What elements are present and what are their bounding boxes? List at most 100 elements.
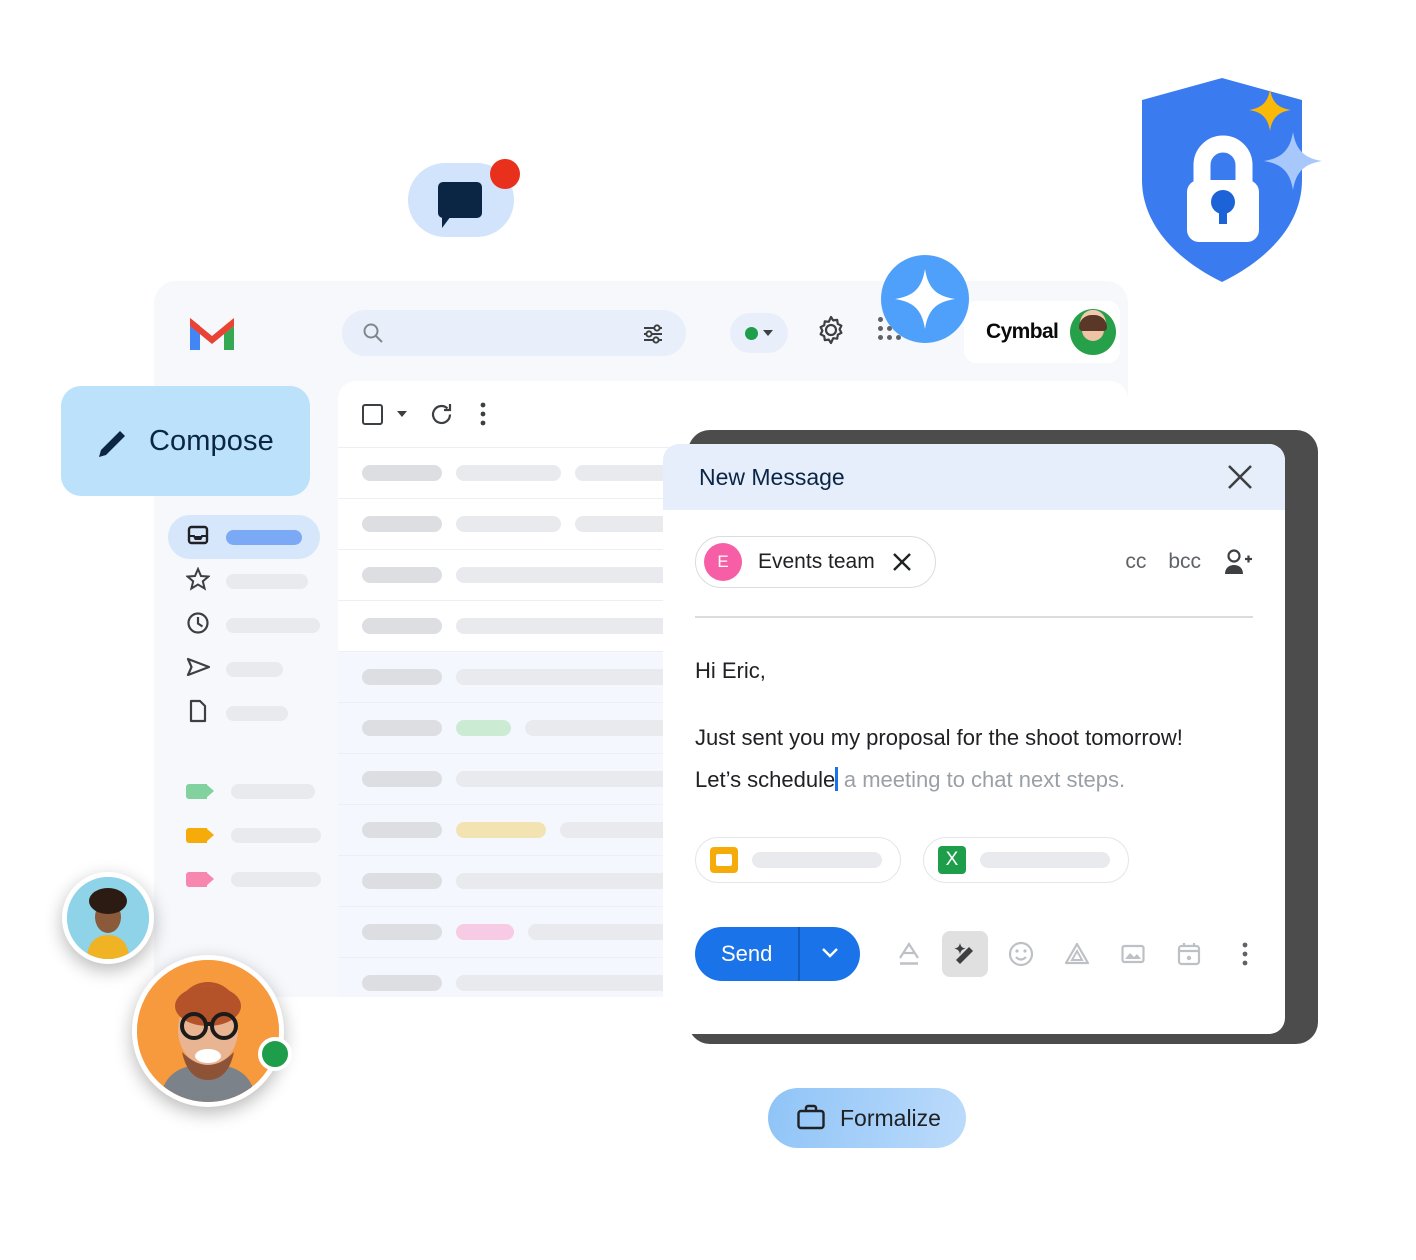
shield-decoration [1062, 75, 1332, 290]
notification-dot [490, 159, 520, 189]
person-add-icon[interactable] [1223, 548, 1253, 576]
label-tag-icon [186, 871, 214, 887]
sidebar-item-label [226, 617, 320, 633]
search-input[interactable] [342, 310, 686, 356]
row-placeholder [456, 669, 686, 685]
image-icon[interactable] [1110, 931, 1156, 977]
attachment-name-placeholder [752, 851, 882, 868]
row-placeholder [456, 924, 514, 940]
typed-text: Let’s schedule [695, 767, 836, 793]
sidebar-item-label [226, 705, 288, 721]
drive-icon[interactable] [1054, 931, 1100, 977]
sidebar-label-yellow[interactable] [168, 813, 333, 857]
sidebar-item-send[interactable] [168, 647, 333, 691]
status-selector[interactable] [730, 313, 788, 353]
cc-bcc-group: cc bcc [1125, 548, 1253, 576]
row-placeholder [456, 822, 546, 838]
sidebar-item-label [226, 573, 308, 589]
smart-compose-suggestion: a meeting to chat next steps. [837, 767, 1126, 793]
close-icon[interactable] [1225, 462, 1255, 492]
body-line-1: Just sent you my proposal for the shoot … [695, 725, 1183, 751]
chat-notification-badge[interactable] [408, 159, 520, 237]
row-placeholder [362, 822, 442, 838]
format-text-icon[interactable] [886, 931, 932, 977]
compose-footer: Send [695, 883, 1253, 981]
checkbox-icon[interactable] [362, 403, 383, 425]
message-body-text[interactable]: Hi Eric, Just sent you my proposal for t… [695, 618, 1253, 801]
chat-bubble-icon [438, 182, 482, 228]
emoji-icon[interactable] [998, 931, 1044, 977]
sparkle-icon [1249, 89, 1291, 131]
chevron-down-icon[interactable] [397, 411, 407, 417]
row-placeholder [456, 771, 691, 787]
sidebar-item-file[interactable] [168, 691, 333, 735]
send-options-button[interactable] [800, 945, 860, 963]
compose-toolbar [886, 930, 1268, 977]
sidebar-item-label [226, 529, 302, 545]
bcc-button[interactable]: bcc [1168, 550, 1201, 574]
sidebar-item-clock[interactable] [168, 603, 333, 647]
label-tag-icon [186, 827, 214, 843]
sidebar-nav [168, 515, 333, 901]
sheets-file-icon: X [938, 845, 966, 874]
search-icon [363, 323, 383, 343]
slides-file-icon [710, 846, 738, 873]
avatar-portrait [67, 877, 149, 959]
file-icon [186, 699, 210, 728]
calendar-icon[interactable] [1166, 931, 1212, 977]
row-placeholder [362, 516, 442, 532]
row-placeholder [362, 873, 442, 889]
row-placeholder [456, 567, 681, 583]
gmail-m-logo [190, 318, 234, 350]
illustration-stage: Cymbal Compose New Message E Events team… [0, 0, 1416, 1260]
gear-icon[interactable] [816, 315, 846, 345]
more-vertical-icon[interactable] [480, 402, 486, 426]
sidebar-item-star[interactable] [168, 559, 333, 603]
more-vertical-icon[interactable] [1222, 931, 1268, 977]
recipient-chip[interactable]: E Events team [695, 536, 936, 588]
row-placeholder [456, 516, 561, 532]
user-avatar[interactable] [1070, 309, 1117, 355]
online-status-dot [258, 1037, 292, 1071]
brand-account-chip[interactable]: Cymbal [964, 301, 1120, 363]
sidebar-label-pink[interactable] [168, 857, 333, 901]
refresh-icon[interactable] [429, 402, 454, 427]
greeting-line: Hi Eric, [695, 657, 766, 683]
sidebar-label-green[interactable] [168, 769, 333, 813]
user-avatar-man[interactable] [132, 955, 284, 1107]
gmail-header: Cymbal [154, 281, 1128, 381]
tune-filter-icon[interactable] [642, 322, 664, 344]
sidebar-label-text [231, 783, 315, 799]
cc-button[interactable]: cc [1125, 550, 1146, 574]
clock-icon [186, 611, 210, 640]
close-icon[interactable] [891, 551, 913, 573]
row-placeholder [456, 465, 561, 481]
send-icon [186, 655, 211, 684]
compose-button[interactable]: Compose [61, 386, 310, 496]
brand-name: Cymbal [986, 320, 1059, 343]
pencil-icon [99, 431, 125, 457]
row-placeholder [456, 720, 511, 736]
attachment-name-placeholder [980, 851, 1110, 868]
recipients-row: E Events team cc bcc [695, 536, 1253, 588]
sidebar-item-inbox[interactable] [168, 515, 320, 559]
send-button[interactable]: Send [695, 926, 860, 981]
row-placeholder [362, 720, 442, 736]
row-placeholder [362, 567, 442, 583]
attachment-sheets[interactable]: X [923, 836, 1129, 883]
user-avatar-woman[interactable] [62, 872, 154, 964]
ai-sparkle-badge[interactable] [881, 255, 969, 343]
attachment-list: X [695, 836, 1253, 883]
new-message-title: New Message [699, 463, 845, 490]
attachment-slides[interactable] [695, 836, 901, 883]
green-status-dot [745, 326, 758, 340]
recipient-avatar: E [704, 543, 742, 581]
compose-button-label: Compose [149, 424, 274, 457]
new-message-body: E Events team cc bcc Hi Eric, Just sent … [663, 510, 1285, 981]
label-tag-icon [186, 783, 214, 799]
chevron-down-icon [763, 330, 773, 336]
row-placeholder [362, 465, 442, 481]
magic-pen-icon[interactable] [941, 930, 988, 977]
formalize-button[interactable]: Formalize [768, 1088, 966, 1148]
body-line-2: Let’s schedule a meeting to chat next st… [695, 759, 1253, 801]
